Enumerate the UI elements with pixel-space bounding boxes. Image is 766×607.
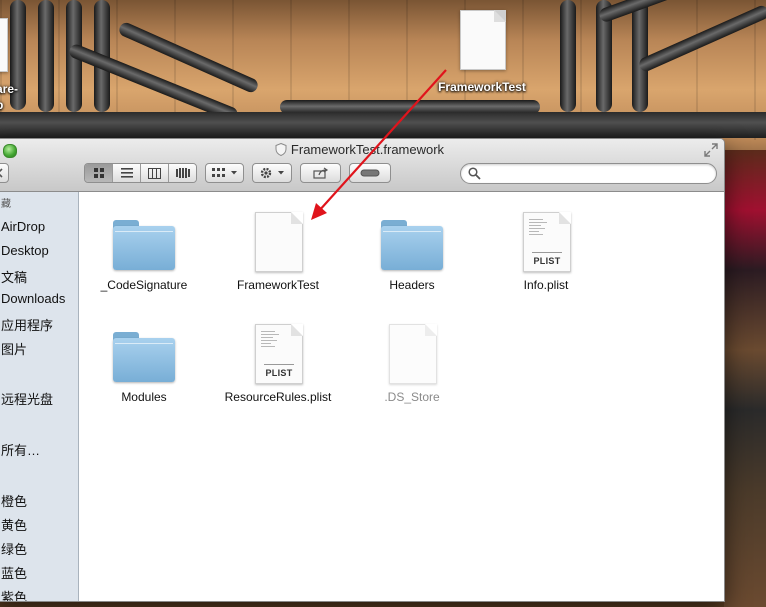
sidebar-item-applications[interactable]: 应用程序 xyxy=(1,315,53,334)
file-name: _CodeSignature xyxy=(100,278,188,292)
sidebar-item-airdrop[interactable]: AirDrop xyxy=(1,219,45,234)
fullscreen-icon[interactable] xyxy=(704,143,718,157)
share-button[interactable] xyxy=(300,163,341,183)
document-icon xyxy=(389,324,437,384)
search-icon xyxy=(468,167,481,185)
plist-file-icon: PLIST xyxy=(255,324,303,384)
arrange-grid-icon xyxy=(211,168,225,177)
arrange-button[interactable] xyxy=(205,163,244,183)
file-name: Headers xyxy=(389,278,435,292)
chevron-down-icon xyxy=(278,171,284,175)
back-button[interactable] xyxy=(0,163,9,183)
list-view-button[interactable] xyxy=(113,164,141,182)
desktop-icon-label-line2: p xyxy=(0,98,3,112)
window-title-area: FrameworkTest.framework xyxy=(0,142,724,159)
file-item-modules[interactable]: Modules xyxy=(79,316,209,416)
file-browser-content: _CodeSignature FrameworkTest Headers PLI… xyxy=(79,192,724,601)
search-input[interactable] xyxy=(485,166,709,182)
window-title: FrameworkTest.framework xyxy=(290,142,445,157)
sidebar: 藏 AirDrop Desktop 文稿 Downloads 应用程序 图片 远… xyxy=(0,192,79,601)
document-icon xyxy=(0,18,8,72)
view-mode-segmented-control xyxy=(84,163,197,183)
file-item-codesignature[interactable]: _CodeSignature xyxy=(79,204,209,304)
file-name: ResourceRules.plist xyxy=(224,390,332,404)
desktop-icon-frameworktest[interactable]: FrameworkTest xyxy=(426,10,538,100)
plist-badge: PLIST xyxy=(265,368,293,378)
file-name: .DS_Store xyxy=(384,390,440,404)
folder-icon xyxy=(113,220,175,270)
search-field[interactable] xyxy=(460,163,717,184)
file-name: Info.plist xyxy=(523,278,569,292)
document-fold xyxy=(494,10,506,22)
sidebar-item-downloads[interactable]: Downloads xyxy=(1,291,65,306)
sidebar-tag-green[interactable]: 绿色 xyxy=(1,539,27,558)
sidebar-item-all[interactable]: 所有… xyxy=(1,440,40,459)
plist-file-icon: PLIST xyxy=(523,212,571,272)
wallpaper-pipe xyxy=(560,0,576,112)
sidebar-section-favorites: 藏 xyxy=(1,199,11,210)
wallpaper-right-strip xyxy=(724,150,766,607)
action-button[interactable] xyxy=(252,163,292,183)
file-name: Modules xyxy=(121,390,167,404)
sidebar-tag-purple[interactable]: 紫色 xyxy=(1,587,27,601)
file-item-ds-store[interactable]: .DS_Store xyxy=(347,316,477,416)
file-item-frameworktest[interactable]: FrameworkTest xyxy=(213,204,343,304)
sidebar-tag-orange[interactable]: 橙色 xyxy=(1,491,27,510)
icon-view-button[interactable] xyxy=(85,164,113,182)
desktop-icon-label-line1: are- xyxy=(0,82,19,96)
file-item-info-plist[interactable]: PLIST Info.plist xyxy=(481,204,611,304)
sidebar-item-pictures[interactable]: 图片 xyxy=(1,339,27,358)
plist-badge: PLIST xyxy=(533,256,561,266)
chevron-down-icon xyxy=(230,171,237,175)
sidebar-tag-blue[interactable]: 蓝色 xyxy=(1,563,27,582)
gear-icon xyxy=(260,167,272,179)
list-view-icon xyxy=(120,168,133,178)
file-item-headers[interactable]: Headers xyxy=(347,204,477,304)
document-icon xyxy=(255,212,303,272)
tag-icon xyxy=(360,169,380,177)
window-titlebar[interactable]: FrameworkTest.framework xyxy=(0,139,724,192)
desktop-icon-label: FrameworkTest xyxy=(438,80,526,94)
document-icon xyxy=(460,10,506,70)
file-name: FrameworkTest xyxy=(236,278,319,292)
framework-shield-icon xyxy=(275,142,287,159)
wallpaper-beam xyxy=(0,112,766,138)
wallpaper-pipe xyxy=(38,0,54,112)
icon-view-icon xyxy=(93,168,104,178)
folder-icon xyxy=(381,220,443,270)
finder-window: FrameworkTest.framework 藏 AirDrop Deskto… xyxy=(0,138,725,602)
share-icon xyxy=(312,167,328,179)
desktop-icon-partial[interactable]: are- p xyxy=(0,18,40,118)
column-view-button[interactable] xyxy=(141,164,169,182)
file-item-resourcerules-plist[interactable]: PLIST ResourceRules.plist xyxy=(213,316,343,416)
column-view-icon xyxy=(148,167,161,179)
folder-icon xyxy=(113,332,175,382)
sidebar-item-remote-disc[interactable]: 远程光盘 xyxy=(1,389,53,408)
cover-flow-icon xyxy=(175,168,190,178)
tag-toggle-button[interactable] xyxy=(349,163,391,183)
sidebar-item-documents[interactable]: 文稿 xyxy=(1,267,27,286)
sidebar-tag-yellow[interactable]: 黄色 xyxy=(1,515,27,534)
cover-flow-button[interactable] xyxy=(169,164,196,182)
sidebar-item-desktop[interactable]: Desktop xyxy=(1,243,49,258)
